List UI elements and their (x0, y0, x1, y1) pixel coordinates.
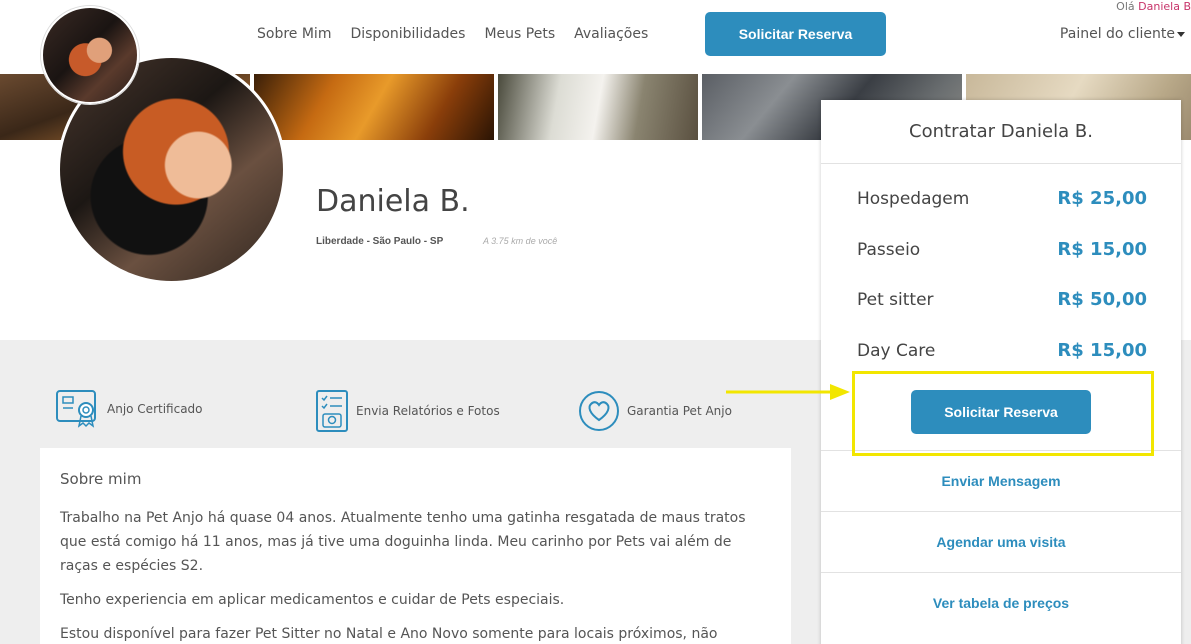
nav-disponibilidades[interactable]: Disponibilidades (350, 26, 465, 42)
price-table-link[interactable]: Ver tabela de preços (821, 572, 1181, 633)
caret-down-icon (1177, 31, 1185, 37)
about-section: Sobre mim Trabalho na Pet Anjo há quase … (40, 448, 791, 644)
client-panel-label: Painel do cliente (1059, 26, 1175, 42)
service-name: Passeio (857, 240, 921, 260)
about-paragraph: Estou disponível para fazer Pet Sitter n… (60, 626, 718, 642)
service-row-hospedagem: Hospedagem R$ 25,00 (857, 188, 1147, 209)
nav-avaliacoes[interactable]: Avaliações (574, 26, 648, 42)
service-row-passeio: Passeio R$ 15,00 (857, 239, 1147, 260)
service-price: R$ 15,00 (1057, 340, 1147, 361)
highlight-box (852, 371, 1154, 456)
nav-meus-pets[interactable]: Meus Pets (484, 26, 555, 42)
nav-sobre-mim[interactable]: Sobre Mim (257, 26, 331, 42)
service-row-pet-sitter: Pet sitter R$ 50,00 (857, 289, 1147, 310)
profile-location: Liberdade - São Paulo - SP (316, 236, 444, 247)
service-price: R$ 15,00 (1057, 239, 1147, 260)
badge-reports-label: Envia Relatórios e Fotos (356, 404, 500, 418)
badge-guarantee-label: Garantia Pet Anjo (627, 404, 732, 418)
client-panel-menu[interactable]: Painel do cliente (1060, 26, 1185, 42)
badge-reports: Envia Relatórios e Fotos (314, 389, 500, 433)
header-avatar[interactable] (41, 6, 139, 104)
heart-shield-icon (579, 391, 619, 431)
about-paragraph: Tenho experiencia em aplicar medicamento… (60, 592, 565, 608)
cover-photo (498, 74, 698, 140)
profile-name: Daniela B. (316, 184, 470, 219)
cover-photo (254, 74, 494, 140)
arrow-right-icon (726, 384, 850, 400)
report-icon (316, 390, 348, 432)
service-name: Day Care (857, 341, 936, 361)
header-request-booking-button[interactable]: Solicitar Reserva (705, 12, 886, 56)
greeting-prefix: Olá (1116, 0, 1135, 13)
service-row-day-care: Day Care R$ 15,00 (857, 340, 1147, 361)
badge-certified-label: Anjo Certificado (107, 402, 203, 416)
greeting-username[interactable]: Daniela B (1138, 0, 1191, 13)
user-greeting: Olá Daniela B (1116, 0, 1191, 13)
schedule-visit-link[interactable]: Agendar uma visita (821, 511, 1181, 572)
main-nav: Sobre Mim Disponibilidades Meus Pets Ava… (257, 26, 667, 42)
badge-certified: Anjo Certificado (55, 389, 203, 429)
service-price: R$ 50,00 (1057, 289, 1147, 310)
certificate-icon (56, 390, 96, 428)
badge-guarantee: Garantia Pet Anjo (577, 389, 732, 433)
about-paragraph: Trabalho na Pet Anjo há quase 04 anos. A… (60, 510, 746, 574)
profile-distance: A 3.75 km de você (483, 236, 558, 246)
send-message-link[interactable]: Enviar Mensagem (821, 450, 1181, 511)
service-name: Pet sitter (857, 290, 934, 310)
service-name: Hospedagem (857, 189, 970, 209)
service-price: R$ 25,00 (1057, 188, 1147, 209)
about-title: Sobre mim (60, 470, 142, 488)
hire-card-title: Contratar Daniela B. (821, 100, 1181, 164)
